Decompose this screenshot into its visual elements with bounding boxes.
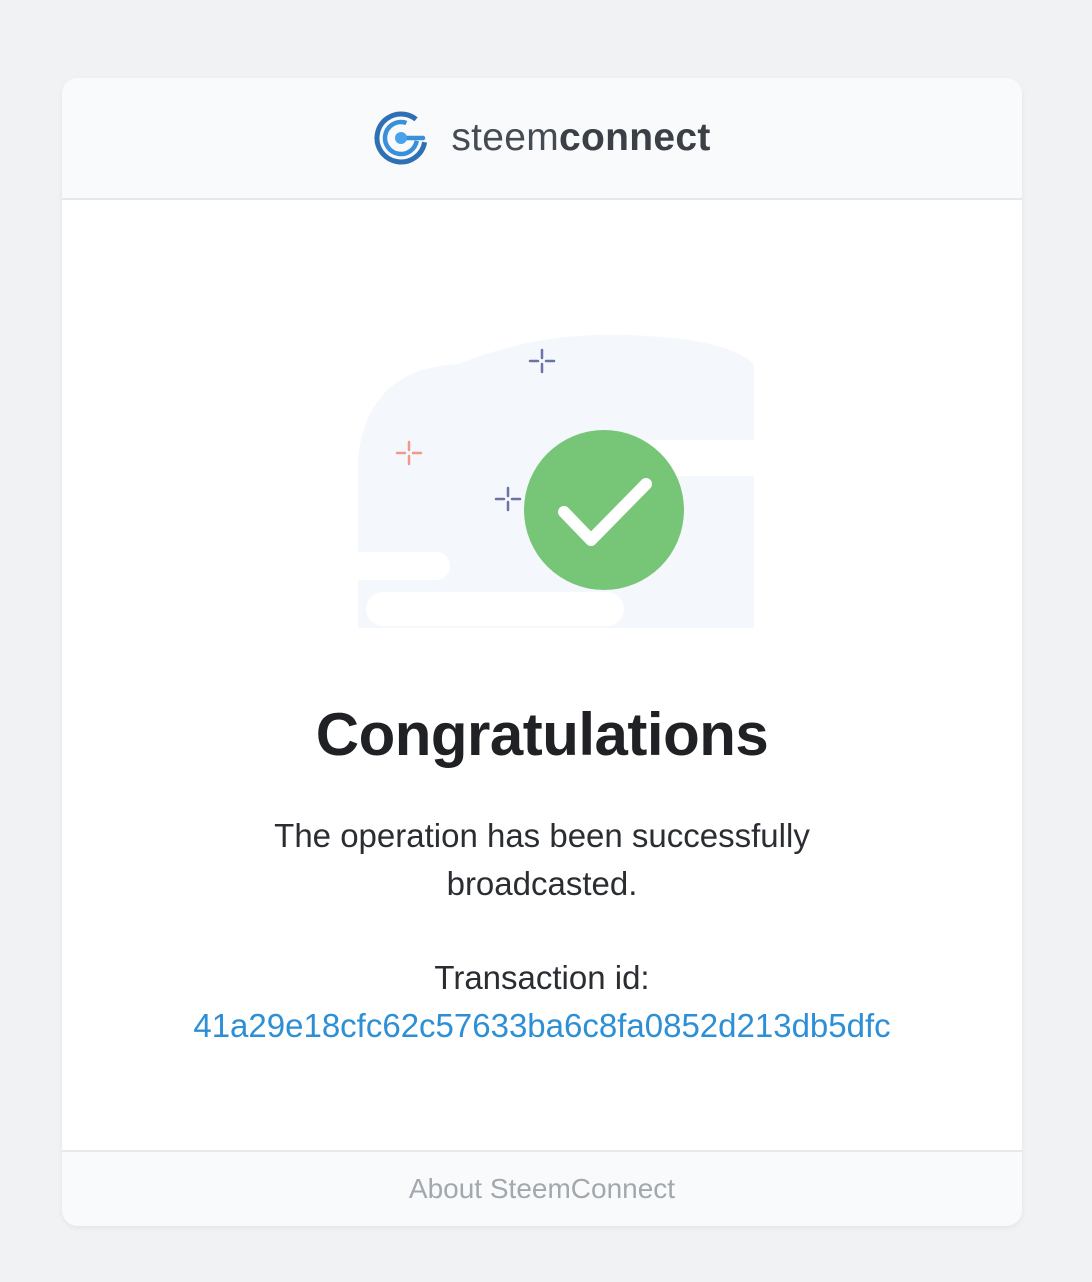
illustration-bar-left-top: [338, 552, 450, 580]
about-steemconnect-link[interactable]: About SteemConnect: [409, 1173, 675, 1205]
success-message: The operation has been successfully broa…: [274, 817, 810, 902]
transaction-id-link[interactable]: 41a29e18cfc62c57633ba6c8fa0852d213db5dfc: [62, 1002, 1022, 1050]
brand-name-bold: connect: [559, 116, 711, 159]
success-checkmark-icon: [524, 430, 684, 590]
brand-name: steemconnect: [451, 116, 710, 160]
card-body: Congratulations The operation has been s…: [62, 200, 1022, 1150]
card-header: steemconnect: [62, 78, 1022, 200]
illustration-bar-left-bottom: [366, 592, 624, 626]
card-footer: About SteemConnect: [62, 1150, 1022, 1226]
transaction-id-label: Transaction id:: [434, 959, 650, 996]
brand-name-light: steem: [451, 116, 560, 159]
success-illustration: [338, 334, 760, 628]
steemconnect-logo-icon: [374, 111, 428, 165]
page-title: Congratulations: [315, 701, 769, 768]
confirmation-card: steemconnect Congratulations The operati…: [62, 78, 1022, 1226]
